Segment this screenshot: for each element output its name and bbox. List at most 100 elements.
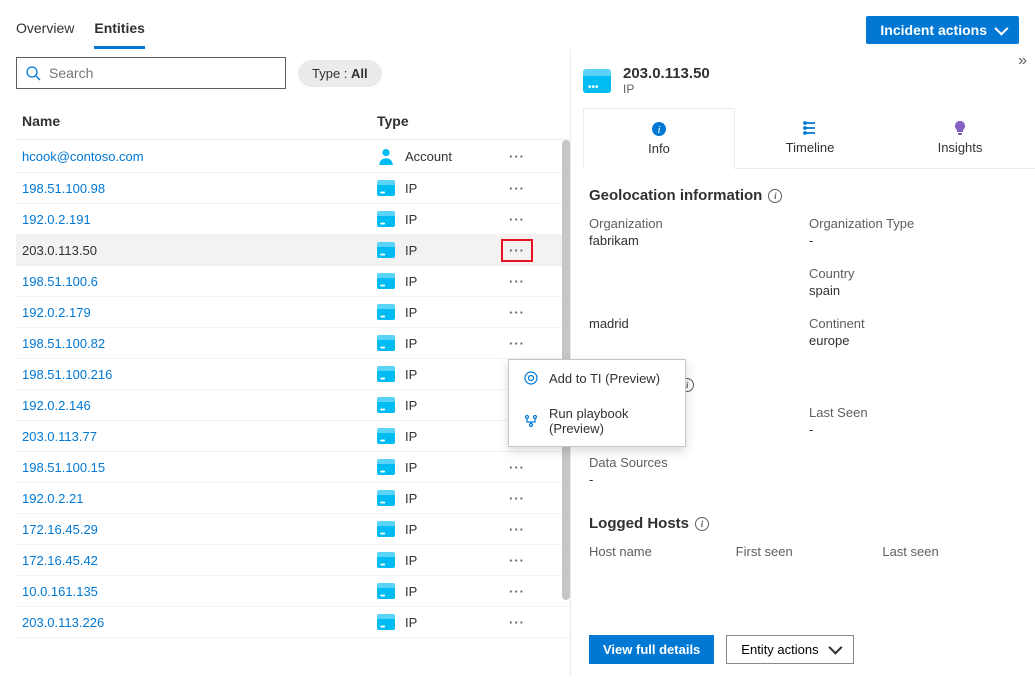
row-more-button[interactable]: ··· xyxy=(509,460,525,475)
table-row[interactable]: 203.0.113.226IP ··· xyxy=(16,607,570,638)
table-header: Name Type xyxy=(16,103,570,140)
row-more-button[interactable]: ··· xyxy=(509,553,525,568)
entity-link[interactable]: 192.0.2.179 xyxy=(22,305,377,320)
entity-link[interactable]: hcook@contoso.com xyxy=(22,149,377,164)
tab-entities[interactable]: Entities xyxy=(94,16,145,49)
entity-link[interactable]: 198.51.100.6 xyxy=(22,274,377,289)
entity-type: IP xyxy=(377,614,497,630)
table-row[interactable]: hcook@contoso.comAccount ··· xyxy=(16,140,570,173)
entity-type: IP xyxy=(377,366,497,382)
type-filter-pill[interactable]: Type : All xyxy=(298,60,382,87)
detail-tab-timeline[interactable]: Timeline xyxy=(735,108,885,168)
table-row[interactable]: 198.51.100.15IP ··· xyxy=(16,452,570,483)
entity-link[interactable]: 192.0.2.146 xyxy=(22,398,377,413)
entity-type: IP xyxy=(377,397,497,413)
info-circle-icon[interactable]: i xyxy=(695,517,709,531)
table-row[interactable]: 203.0.113.50IP··· xyxy=(16,235,570,266)
entity-link[interactable]: 198.51.100.82 xyxy=(22,336,377,351)
ip-icon xyxy=(377,521,395,537)
menu-add-to-ti[interactable]: Add to TI (Preview) xyxy=(509,360,685,396)
row-more-button[interactable]: ··· xyxy=(509,584,525,599)
ip-icon xyxy=(377,459,395,475)
menu-run-playbook[interactable]: Run playbook (Preview) xyxy=(509,396,685,446)
entity-link[interactable]: 198.51.100.15 xyxy=(22,460,377,475)
country-label: Country xyxy=(809,266,1029,281)
entity-type: IP xyxy=(377,521,497,537)
table-row[interactable]: 192.0.2.191IP ··· xyxy=(16,204,570,235)
timeline-icon xyxy=(802,120,818,136)
entity-type: IP xyxy=(377,242,497,258)
table-row[interactable]: 172.16.45.42IP··· xyxy=(16,545,570,576)
info-icon: i xyxy=(651,121,667,137)
ip-icon xyxy=(377,397,395,413)
table-row[interactable]: 192.0.2.21IP ··· xyxy=(16,483,570,514)
row-more-button[interactable]: ··· xyxy=(509,149,525,164)
info-circle-icon[interactable]: i xyxy=(768,189,782,203)
entity-type: IP xyxy=(377,428,497,444)
ip-icon xyxy=(377,428,395,444)
ip-icon xyxy=(377,242,395,258)
entity-link[interactable]: 198.51.100.98 xyxy=(22,181,377,196)
entity-header: 203.0.113.50 IP xyxy=(583,49,1035,108)
ip-icon xyxy=(377,490,395,506)
last-seen-value: - xyxy=(809,422,1029,437)
orgtype-value: - xyxy=(809,233,1029,248)
column-type[interactable]: Type xyxy=(377,113,497,129)
entity-title: 203.0.113.50 xyxy=(623,65,710,82)
entity-type: IP xyxy=(377,211,497,227)
ip-icon xyxy=(377,335,395,351)
entity-type: IP xyxy=(377,335,497,351)
row-more-button[interactable]: ··· xyxy=(509,522,525,537)
tab-overview[interactable]: Overview xyxy=(16,16,74,49)
entity-type: IP xyxy=(377,273,497,289)
entity-type: Account xyxy=(377,147,497,165)
search-input[interactable] xyxy=(49,65,277,81)
entity-link[interactable]: 192.0.2.191 xyxy=(22,212,377,227)
row-more-button[interactable]: ··· xyxy=(509,305,525,320)
entity-type: IP xyxy=(377,304,497,320)
incident-actions-button[interactable]: Incident actions xyxy=(866,16,1019,44)
entity-link[interactable]: 198.51.100.216 xyxy=(22,367,377,382)
geo-heading: Geolocation information i xyxy=(589,187,1029,204)
detail-tab-insights[interactable]: Insights xyxy=(885,108,1035,168)
ip-icon xyxy=(377,304,395,320)
org-value: fabrikam xyxy=(589,233,809,248)
row-more-button[interactable]: ··· xyxy=(509,336,525,351)
orgtype-label: Organization Type xyxy=(809,216,1029,231)
table-row[interactable]: 198.51.100.216IP··· xyxy=(16,359,570,390)
table-row[interactable]: 172.16.45.29IP ··· xyxy=(16,514,570,545)
row-more-button[interactable]: ··· xyxy=(509,212,525,227)
row-more-button[interactable]: ··· xyxy=(509,274,525,289)
row-more-button[interactable]: ··· xyxy=(509,491,525,506)
row-more-button[interactable]: ··· xyxy=(509,615,525,630)
entity-link[interactable]: 172.16.45.42 xyxy=(22,553,377,568)
org-label: Organization xyxy=(589,216,809,231)
ip-icon xyxy=(377,273,395,289)
entity-link[interactable]: 172.16.45.29 xyxy=(22,522,377,537)
entity-link[interactable]: 203.0.113.50 xyxy=(22,243,377,258)
detail-tab-info[interactable]: i Info xyxy=(583,108,735,169)
entity-type: IP xyxy=(377,490,497,506)
ip-icon xyxy=(377,180,395,196)
row-more-button[interactable]: ··· xyxy=(501,239,533,262)
table-row[interactable]: 192.0.2.146IP··· xyxy=(16,390,570,421)
table-row[interactable]: 192.0.2.179IP ··· xyxy=(16,297,570,328)
entity-link[interactable]: 10.0.161.135 xyxy=(22,584,377,599)
person-icon xyxy=(377,147,395,165)
entity-actions-button[interactable]: Entity actions xyxy=(726,635,853,664)
chevron-down-icon xyxy=(829,642,839,657)
expand-panel-icon[interactable]: » xyxy=(1018,52,1027,70)
table-row[interactable]: 10.0.161.135IP··· xyxy=(16,576,570,607)
table-row[interactable]: 198.51.100.6IP ··· xyxy=(16,266,570,297)
column-name[interactable]: Name xyxy=(22,113,377,129)
view-full-details-button[interactable]: View full details xyxy=(589,635,714,664)
entity-type: IP xyxy=(377,459,497,475)
table-row[interactable]: 198.51.100.98IP··· xyxy=(16,173,570,204)
row-more-button[interactable]: ··· xyxy=(509,181,525,196)
search-input-wrapper[interactable] xyxy=(16,57,286,89)
entity-link[interactable]: 192.0.2.21 xyxy=(22,491,377,506)
entity-link[interactable]: 203.0.113.226 xyxy=(22,615,377,630)
table-row[interactable]: 203.0.113.77IP··· xyxy=(16,421,570,452)
entity-link[interactable]: 203.0.113.77 xyxy=(22,429,377,444)
table-row[interactable]: 198.51.100.82IP ··· xyxy=(16,328,570,359)
